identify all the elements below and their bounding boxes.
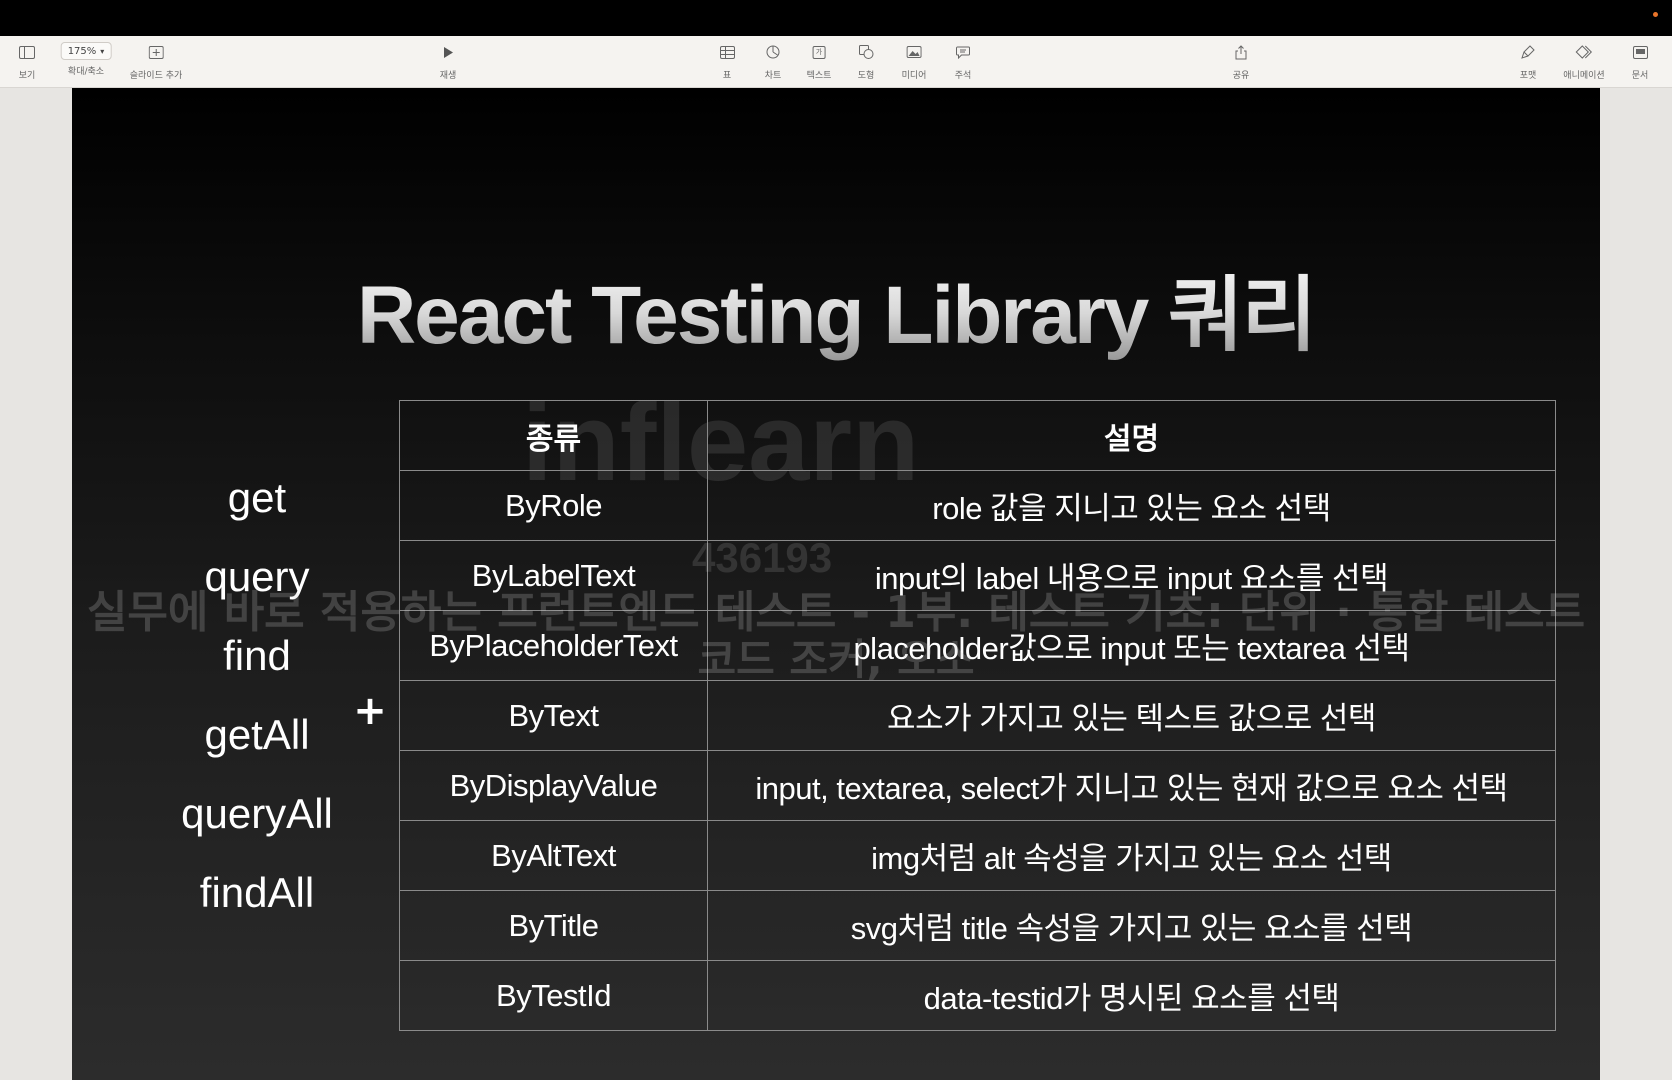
sidebar-icon — [16, 42, 38, 62]
query-description-cell: data-testid가 명시된 요소를 선택 — [707, 960, 1556, 1031]
image-icon — [903, 42, 925, 62]
header-type: 종류 — [399, 400, 708, 471]
query-table: 종류 설명 ByRole role 값을 지니고 있는 요소 선택 ByLabe… — [399, 400, 1556, 1031]
method-item: query — [204, 552, 310, 600]
zoom-button[interactable]: 175% ▾ 확대/축소 — [60, 42, 112, 77]
table-row: ByDisplayValue input, textarea, select가 … — [399, 750, 1556, 821]
query-description-cell: 요소가 가지고 있는 텍스트 값으로 선택 — [707, 680, 1556, 751]
format-button[interactable]: 포맷 — [1517, 42, 1539, 81]
query-type-cell: ByTestId — [399, 960, 708, 1031]
media-label: 미디어 — [901, 71, 927, 81]
add-slide-icon — [145, 42, 167, 62]
table-row: ByTestId data-testid가 명시된 요소를 선택 — [399, 960, 1556, 1031]
shape-button[interactable]: 도형 — [855, 42, 877, 81]
zoom-label: 확대/축소 — [67, 67, 105, 77]
toolbar: 보기 175% ▾ 확대/축소 슬라이드 추가 재생 표 차트 가 텍스트 도형… — [0, 36, 1672, 88]
table-row: ByTitle svg처럼 title 속성을 가지고 있는 요소를 선택 — [399, 890, 1556, 961]
query-type-cell: ByRole — [399, 470, 708, 541]
table-row: ByRole role 값을 지니고 있는 요소 선택 — [399, 470, 1556, 541]
query-type-cell: ByTitle — [399, 890, 708, 961]
plus-sign: + — [353, 688, 387, 734]
animate-diamond-icon — [1573, 42, 1595, 62]
document-panel-icon — [1629, 42, 1651, 62]
method-item: queryAll — [181, 789, 333, 837]
text-button[interactable]: 가 텍스트 — [806, 42, 832, 81]
method-item: get — [227, 473, 287, 521]
media-button[interactable]: 미디어 — [901, 42, 927, 81]
table-button[interactable]: 표 — [716, 42, 738, 81]
play-button[interactable]: 재생 — [437, 42, 459, 81]
query-type-cell: ByText — [399, 680, 708, 751]
share-icon — [1230, 42, 1252, 62]
query-description-cell: img처럼 alt 속성을 가지고 있는 요소 선택 — [707, 820, 1556, 891]
share-label: 공유 — [1232, 71, 1250, 81]
chart-label: 차트 — [764, 71, 782, 81]
text-label: 텍스트 — [806, 71, 832, 81]
query-description-cell: role 값을 지니고 있는 요소 선택 — [707, 470, 1556, 541]
menu-bar — [0, 0, 1672, 36]
document-label: 문서 — [1631, 71, 1649, 81]
method-item: findAll — [199, 868, 315, 916]
table-header-row: 종류 설명 — [399, 400, 1556, 471]
query-description-cell: input, textarea, select가 지니고 있는 현재 값으로 요… — [707, 750, 1556, 821]
shape-icon — [855, 42, 877, 62]
shape-label: 도형 — [857, 71, 875, 81]
method-item: find — [223, 631, 291, 679]
table-row: ByLabelText input의 label 내용으로 input 요소를 … — [399, 540, 1556, 611]
table-icon — [716, 42, 738, 62]
animate-label: 애니메이션 — [1563, 71, 1605, 81]
table-row: ByPlaceholderText placeholder값으로 input 또… — [399, 610, 1556, 681]
chart-button[interactable]: 차트 — [762, 42, 784, 81]
method-item: getAll — [204, 710, 310, 758]
chart-icon — [762, 42, 784, 62]
play-icon — [437, 42, 459, 62]
chevron-down-icon: ▾ — [100, 46, 105, 56]
text-box-icon: 가 — [808, 42, 830, 62]
query-type-cell: ByDisplayValue — [399, 750, 708, 821]
table-row: ByAltText img처럼 alt 속성을 가지고 있는 요소 선택 — [399, 820, 1556, 891]
slide-title: React Testing Library 쿼리 — [72, 248, 1600, 367]
format-label: 포맷 — [1519, 71, 1537, 81]
zoom-select[interactable]: 175% ▾ — [60, 42, 112, 60]
share-button[interactable]: 공유 — [1230, 42, 1252, 81]
comment-label: 주석 — [954, 71, 972, 81]
paintbrush-icon — [1517, 42, 1539, 62]
view-label: 보기 — [18, 71, 36, 81]
slide[interactable]: React Testing Library 쿼리 inflearn get qu… — [72, 88, 1600, 1080]
query-type-cell: ByAltText — [399, 820, 708, 891]
comment-icon — [952, 42, 974, 62]
view-button[interactable]: 보기 — [16, 42, 38, 81]
table-label: 표 — [722, 71, 732, 81]
zoom-value: 175% — [67, 45, 97, 57]
query-description-cell: input의 label 내용으로 input 요소를 선택 — [707, 540, 1556, 611]
recording-indicator-icon — [1653, 12, 1658, 17]
header-description: 설명 — [707, 400, 1556, 471]
table-row: ByText 요소가 가지고 있는 텍스트 값으로 선택 — [399, 680, 1556, 751]
query-method-list: get query find getAll queryAll findAll — [142, 458, 372, 932]
play-label: 재생 — [439, 71, 457, 81]
add-slide-label: 슬라이드 추가 — [129, 71, 183, 81]
query-description-cell: placeholder값으로 input 또는 textarea 선택 — [707, 610, 1556, 681]
comment-button[interactable]: 주석 — [952, 42, 974, 81]
add-slide-button[interactable]: 슬라이드 추가 — [129, 42, 183, 81]
animate-button[interactable]: 애니메이션 — [1563, 42, 1605, 81]
query-type-cell: ByPlaceholderText — [399, 610, 708, 681]
document-button[interactable]: 문서 — [1629, 42, 1651, 81]
query-type-cell: ByLabelText — [399, 540, 708, 611]
query-description-cell: svg처럼 title 속성을 가지고 있는 요소를 선택 — [707, 890, 1556, 961]
